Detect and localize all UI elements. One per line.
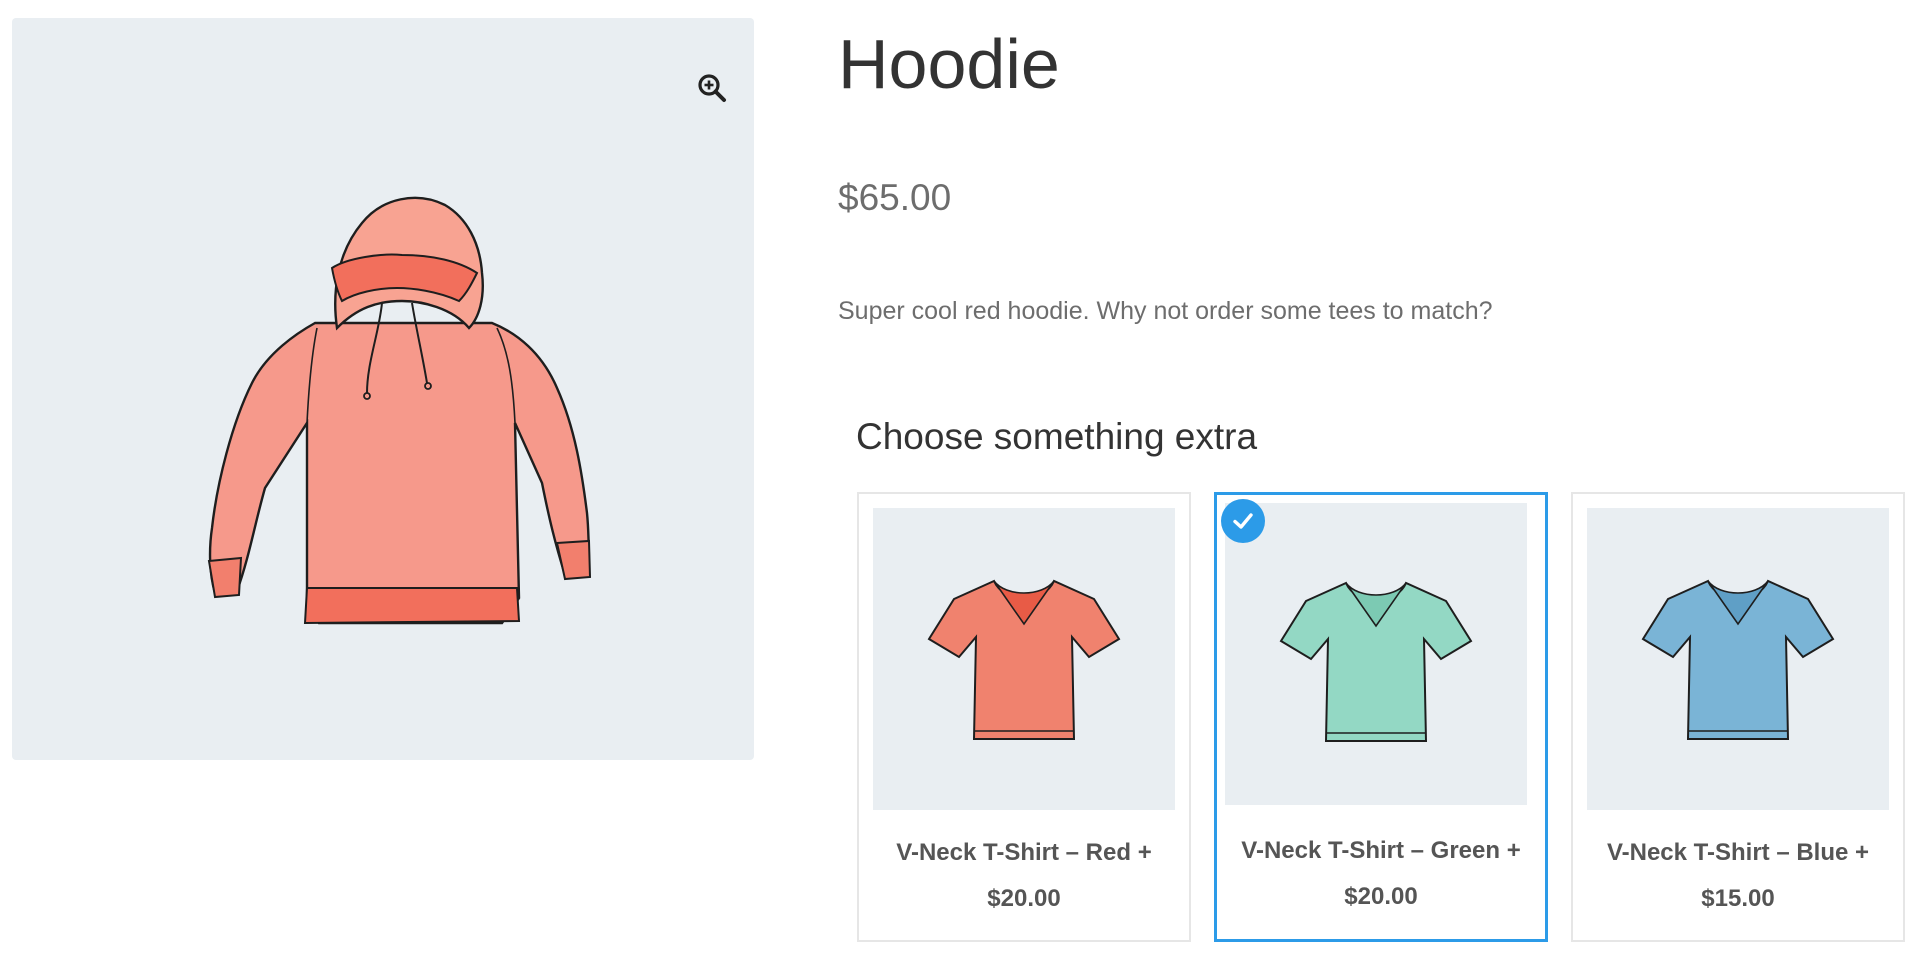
product-description: Super cool red hoodie. Why not order som… — [838, 297, 1493, 325]
checkmark-icon — [1233, 513, 1253, 529]
hoodie-illustration — [207, 196, 592, 625]
card-image — [1587, 508, 1889, 810]
extra-card-price: $15.00 — [1701, 885, 1775, 912]
product-title: Hoodie — [838, 25, 1060, 103]
product-gallery[interactable] — [12, 18, 754, 760]
extras-heading: Choose something extra — [856, 416, 1258, 457]
extra-card-title: V-Neck T-Shirt – Blue + — [1606, 839, 1870, 866]
selected-check-badge — [1221, 499, 1265, 543]
product-price: $65.00 — [838, 177, 952, 218]
zoom-button[interactable] — [694, 70, 730, 106]
card-image — [873, 508, 1175, 810]
extra-card-blue-tshirt[interactable]: V-Neck T-Shirt – Blue + $15.00 — [1571, 492, 1905, 942]
extra-card-price: $20.00 — [1344, 883, 1418, 910]
extra-card-title: V-Neck T-Shirt – Green + — [1241, 837, 1521, 864]
extra-card-price: $20.00 — [987, 885, 1061, 912]
zoom-in-icon — [698, 74, 726, 102]
extra-card-green-tshirt[interactable]: V-Neck T-Shirt – Green + $20.00 — [1214, 492, 1548, 942]
extra-card-title: V-Neck T-Shirt – Red + — [896, 839, 1152, 866]
tshirt-green-illustration — [1279, 581, 1473, 742]
card-image — [1225, 503, 1527, 805]
tshirt-red-illustration — [927, 579, 1121, 740]
tshirt-blue-illustration — [1641, 579, 1835, 740]
extra-card-red-tshirt[interactable]: V-Neck T-Shirt – Red + $20.00 — [857, 492, 1191, 942]
